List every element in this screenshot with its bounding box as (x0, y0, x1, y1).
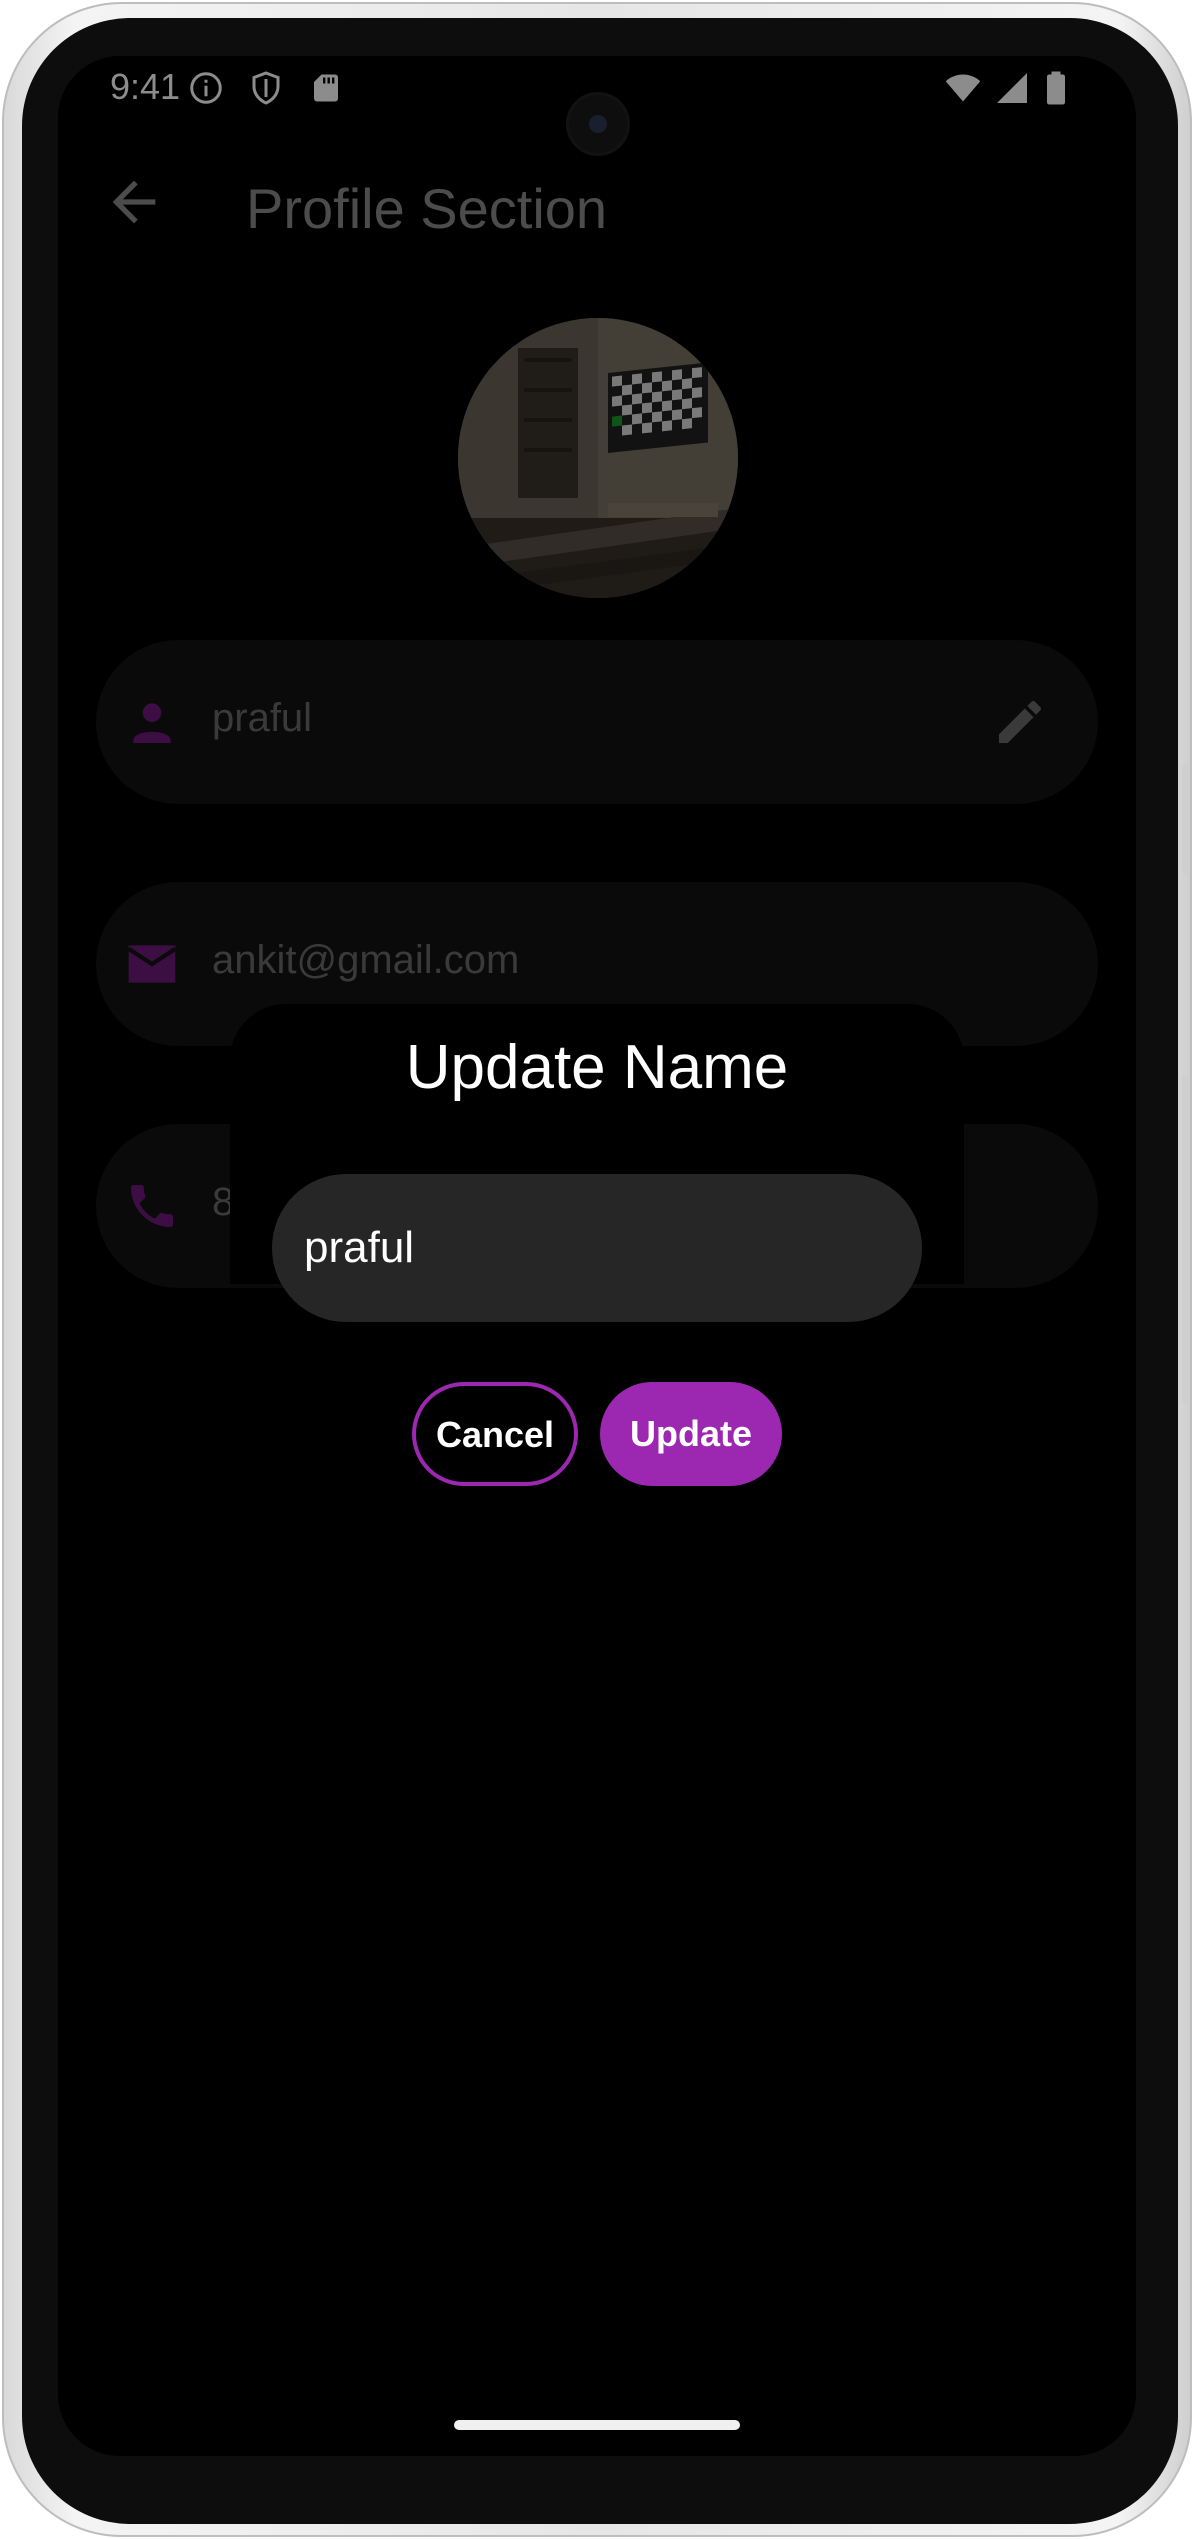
name-input[interactable] (272, 1174, 922, 1322)
volume-button (1182, 764, 1190, 874)
update-button[interactable]: Update (600, 1382, 782, 1486)
home-indicator[interactable] (454, 2420, 740, 2430)
dialog-title: Update Name (405, 1033, 789, 1102)
cancel-button[interactable]: Cancel (412, 1382, 578, 1486)
power-button (1182, 1074, 1190, 1404)
screen: 9:41 Profile Section praful ankit@gmail.… (58, 56, 1136, 2456)
